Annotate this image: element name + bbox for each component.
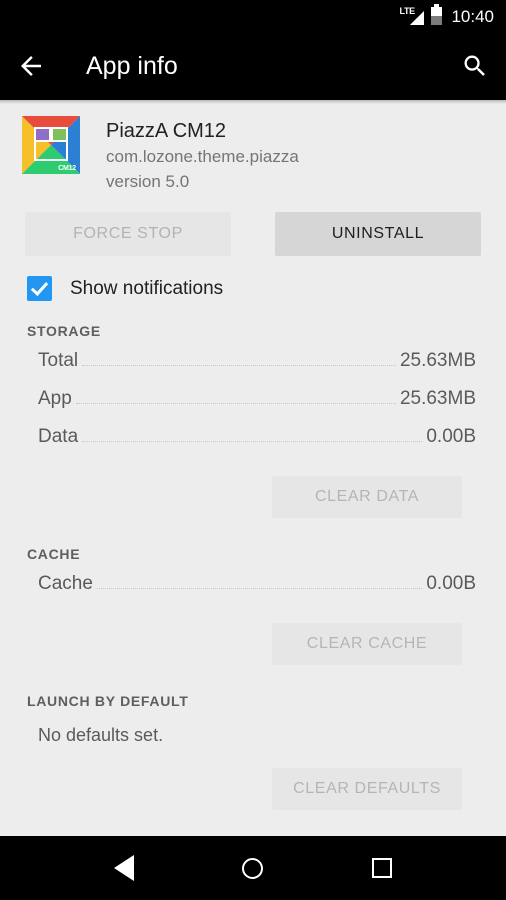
storage-app-label: App — [38, 388, 72, 409]
storage-total-value: 25.63MB — [399, 350, 476, 371]
leader-dots — [75, 402, 396, 404]
storage-app-value: 25.63MB — [399, 388, 476, 409]
nav-recents-button[interactable] — [352, 836, 412, 900]
nav-back-button[interactable] — [94, 836, 154, 900]
icon-window-frame — [34, 127, 68, 161]
app-version: version 5.0 — [106, 172, 190, 191]
status-bar-clock: 10:40 — [451, 6, 494, 26]
show-notifications-row[interactable]: Show notifications — [0, 256, 506, 301]
clear-defaults-row: CLEAR DEFAULTS — [0, 768, 506, 810]
search-icon — [464, 55, 485, 76]
battery-level — [431, 7, 443, 16]
table-row: Cache 0.00B — [0, 573, 506, 611]
force-stop-button[interactable]: FORCE STOP — [25, 212, 231, 256]
launch-by-default-section-header: LAUNCH BY DEFAULT — [27, 693, 189, 709]
app-action-buttons: FORCE STOP UNINSTALL — [0, 194, 506, 256]
app-summary: CM12 PiazzA CM12 com.lozone.theme.piazza… — [0, 100, 506, 194]
table-row: Total 25.63MB — [0, 350, 506, 388]
clear-data-button[interactable]: CLEAR DATA — [272, 476, 462, 518]
nav-home-button[interactable] — [223, 836, 283, 900]
table-row: Data 0.00B — [0, 426, 506, 464]
app-icon: CM12 — [22, 116, 80, 174]
app-name: PiazzA CM12 — [106, 120, 227, 142]
uninstall-button[interactable]: UNINSTALL — [275, 212, 481, 256]
app-package-name: com.lozone.theme.piazza — [106, 147, 299, 166]
leader-dots — [82, 364, 396, 366]
status-bar-icons: LTE 10:40 — [399, 4, 494, 26]
clear-data-row: CLEAR DATA — [0, 476, 506, 518]
icon-cm12-label: CM12 — [58, 165, 76, 172]
cache-label: Cache — [38, 573, 93, 594]
storage-total-label: Total — [38, 350, 79, 371]
show-notifications-label: Show notifications — [70, 277, 224, 299]
navigation-bar — [0, 836, 506, 900]
content-top-shadow — [0, 100, 506, 104]
cache-value: 0.00B — [426, 573, 476, 594]
page-title: App info — [86, 51, 178, 80]
back-button[interactable] — [0, 32, 62, 100]
leader-dots — [82, 440, 423, 442]
launch-by-default-status: No defaults set. — [38, 725, 164, 745]
storage-data-value: 0.00B — [426, 426, 476, 447]
cache-section-header: CACHE — [27, 546, 81, 562]
signal-triangle-icon: LTE — [399, 6, 425, 26]
nav-home-circle-icon — [242, 857, 264, 879]
app-meta: PiazzA CM12 com.lozone.theme.piazza vers… — [106, 116, 299, 194]
app-info-screen: LTE 10:40 App info CM12 PiazzA CM12 com.… — [0, 0, 506, 900]
arrow-left-icon — [21, 56, 41, 76]
clear-defaults-button[interactable]: CLEAR DEFAULTS — [272, 768, 462, 810]
storage-data-label: Data — [38, 426, 79, 447]
content-scroll-area[interactable]: CM12 PiazzA CM12 com.lozone.theme.piazza… — [0, 100, 506, 836]
nav-back-triangle-icon — [114, 855, 135, 881]
nav-recents-square-icon — [371, 858, 392, 878]
clear-cache-row: CLEAR CACHE — [0, 623, 506, 665]
status-bar: LTE 10:40 — [0, 0, 506, 32]
table-row: App 25.63MB — [0, 388, 506, 426]
leader-dots — [96, 587, 423, 589]
battery-icon — [431, 4, 443, 25]
search-button[interactable] — [444, 32, 506, 100]
signal-bars — [410, 10, 425, 25]
show-notifications-checkbox[interactable] — [27, 276, 52, 301]
clear-cache-button[interactable]: CLEAR CACHE — [272, 623, 462, 665]
action-bar: App info — [0, 32, 506, 100]
storage-section-header: STORAGE — [27, 323, 101, 339]
